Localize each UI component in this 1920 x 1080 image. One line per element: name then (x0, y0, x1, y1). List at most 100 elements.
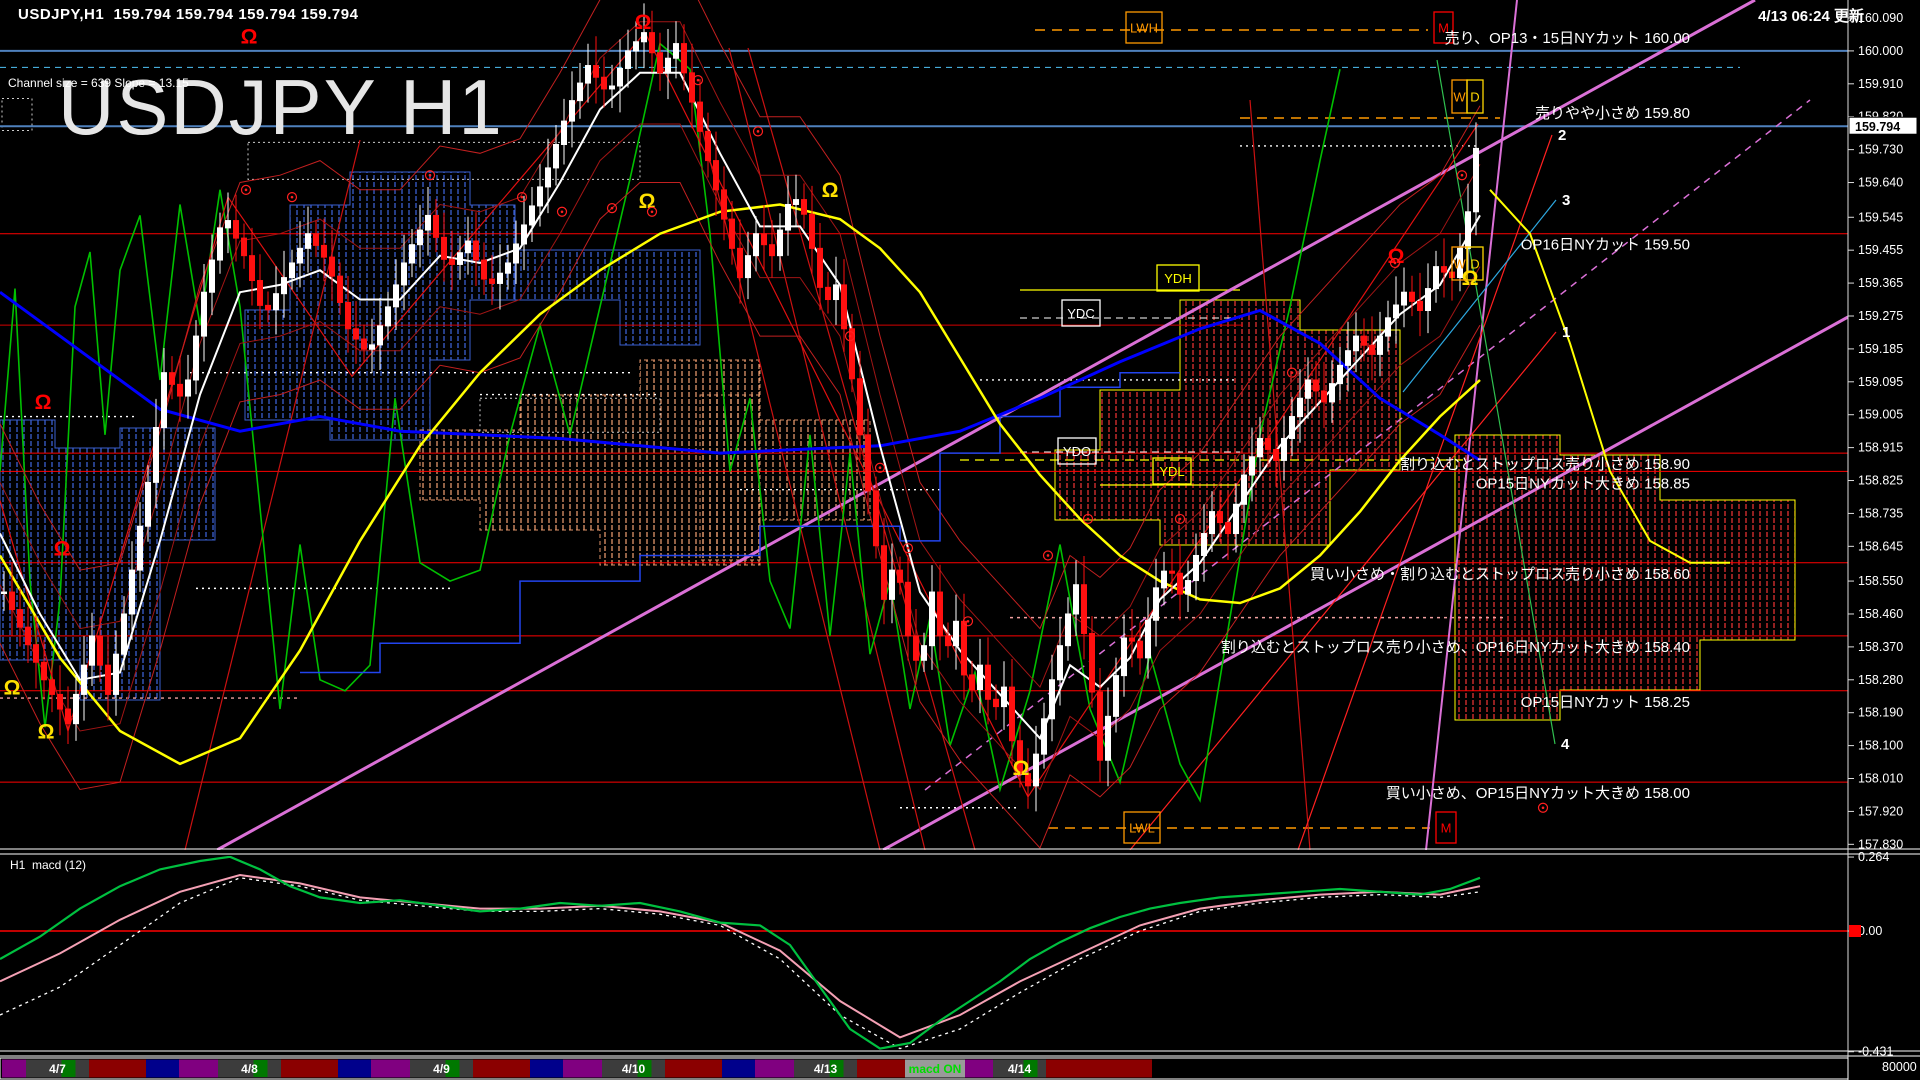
signal-dot-center (1178, 517, 1182, 521)
candle-bear (177, 383, 183, 397)
signal-dot-center (848, 334, 852, 338)
candle-bull (385, 306, 391, 327)
price-tick-label: 158.100 (1858, 739, 1903, 753)
candle-bull (1353, 335, 1359, 352)
candle-bull (1473, 147, 1479, 213)
signal-dot-center (650, 210, 654, 214)
signal-dot-center (878, 466, 882, 470)
price-tick-label: 159.455 (1858, 243, 1903, 257)
candle-bull (889, 569, 895, 600)
candle-bull (1385, 317, 1391, 337)
candle-bull (609, 85, 615, 90)
chart-canvas[interactable]: ΩΩΩΩΩΩΩΩ ΩΩΩLWH MW DW DYDHYDCYDOYDLLWL M1234売… (0, 0, 1920, 1080)
candle-bear (433, 214, 439, 238)
candle-bear (441, 236, 447, 260)
macd-on-button[interactable]: macd ON (909, 1062, 962, 1076)
symbol-ohlc-readout: USDJPY,H1 159.794 159.794 159.794 159.79… (18, 6, 359, 23)
level-annotation: OP15日NYカット 158.25 (1521, 694, 1690, 711)
candle-bull (585, 65, 591, 84)
candle-bull (1113, 675, 1119, 717)
candle-bull (1033, 753, 1039, 787)
candle-bull (1161, 570, 1167, 589)
level-annotation: OP15日NYカット大きめ 158.85 (1476, 475, 1690, 492)
price-tick-label: 158.460 (1858, 607, 1903, 621)
candle-bull (457, 252, 463, 265)
candle-bull (833, 284, 839, 301)
candle-bull (1425, 288, 1431, 312)
candle-bear (969, 674, 975, 691)
candle-bull (1401, 291, 1407, 306)
candle-bull (545, 167, 551, 188)
price-tick-label: 159.910 (1858, 77, 1903, 91)
price-tick-label: 159.185 (1858, 342, 1903, 356)
candle-bull (1065, 613, 1071, 647)
candle-bull (1121, 637, 1127, 677)
candle-bull (1201, 533, 1207, 556)
candle-bear (169, 372, 175, 385)
session-strip-segment (722, 1059, 755, 1078)
candle-bull (1145, 619, 1151, 659)
object-endpoint-number: 2 (1558, 127, 1566, 144)
date-label: 4/8 (241, 1062, 258, 1076)
session-strip-segment (857, 1059, 905, 1078)
candle-bull (281, 277, 287, 295)
signal-dot-center (1046, 554, 1050, 557)
volume-axis-label: 80000 (1882, 1060, 1917, 1074)
session-strip-segment (146, 1059, 179, 1078)
violet-trend-line (1425, 0, 1518, 850)
level-annotation: 買い小さめ、OP15日NYカット大きめ 158.00 (1386, 785, 1690, 802)
price-tick-label: 158.550 (1858, 574, 1903, 588)
candle-bull (1465, 211, 1471, 249)
signal-dot-center (560, 210, 564, 214)
label-box-text: YDO (1063, 444, 1091, 459)
price-tick-label: 158.280 (1858, 673, 1903, 687)
signal-dot-center (1086, 517, 1090, 521)
candle-bull (1249, 456, 1255, 476)
level-annotation: 買い小さめ・割り込むとストップロス売り小さめ 158.60 (1310, 566, 1690, 583)
candle-bear (681, 43, 687, 74)
candle-bear (1441, 266, 1447, 273)
price-tick-label: 158.915 (1858, 441, 1903, 455)
candle-bull (129, 569, 135, 615)
candle-bull (1049, 679, 1055, 720)
candle-bear (649, 32, 655, 54)
candle-bull (977, 664, 983, 691)
candle-bull (745, 255, 751, 279)
session-strip-segment (473, 1059, 530, 1078)
candle-bull (665, 57, 671, 74)
level-annotation: OP16日NYカット 159.50 (1521, 237, 1690, 254)
candle-bear (801, 199, 807, 215)
label-box-text: M (1441, 821, 1452, 836)
label-box-text: YDL (1159, 464, 1184, 479)
candle-bull (153, 427, 159, 483)
candle-bull (641, 32, 647, 43)
candle-bear (233, 220, 239, 239)
macd-panel (0, 856, 1848, 1050)
signal-dot-center (906, 546, 910, 550)
candle-bull (1241, 474, 1247, 505)
session-strip-segment (563, 1059, 602, 1078)
candle-bear (1129, 637, 1135, 642)
session-strip: 4/7 4/8 4/9 4/10 4/13 macd ON 4/14 (0, 1057, 1849, 1080)
candle-bull (633, 41, 639, 52)
candle-bear (1361, 335, 1367, 346)
candle-bull (1185, 580, 1191, 595)
candle-bear (905, 581, 911, 637)
signal-dot-center (428, 173, 432, 177)
price-tick-label: 159.365 (1858, 276, 1903, 290)
candle-bull (297, 247, 303, 264)
macd-osma-dotted (0, 877, 1481, 1050)
candle-bull (73, 693, 79, 725)
session-strip-segment (338, 1059, 371, 1078)
candle-bear (689, 72, 695, 103)
candle-bear (57, 693, 63, 710)
candle-bull (1281, 437, 1287, 461)
session-strip-segment (755, 1059, 794, 1078)
candle-bear (1225, 522, 1231, 535)
candle-bull (273, 293, 279, 311)
candle-bull (1289, 416, 1295, 439)
candle-bull (569, 100, 575, 122)
label-box-text: D (1470, 90, 1479, 105)
candle-bear (897, 569, 903, 583)
ichimoku-cloud-blue (514, 249, 701, 346)
